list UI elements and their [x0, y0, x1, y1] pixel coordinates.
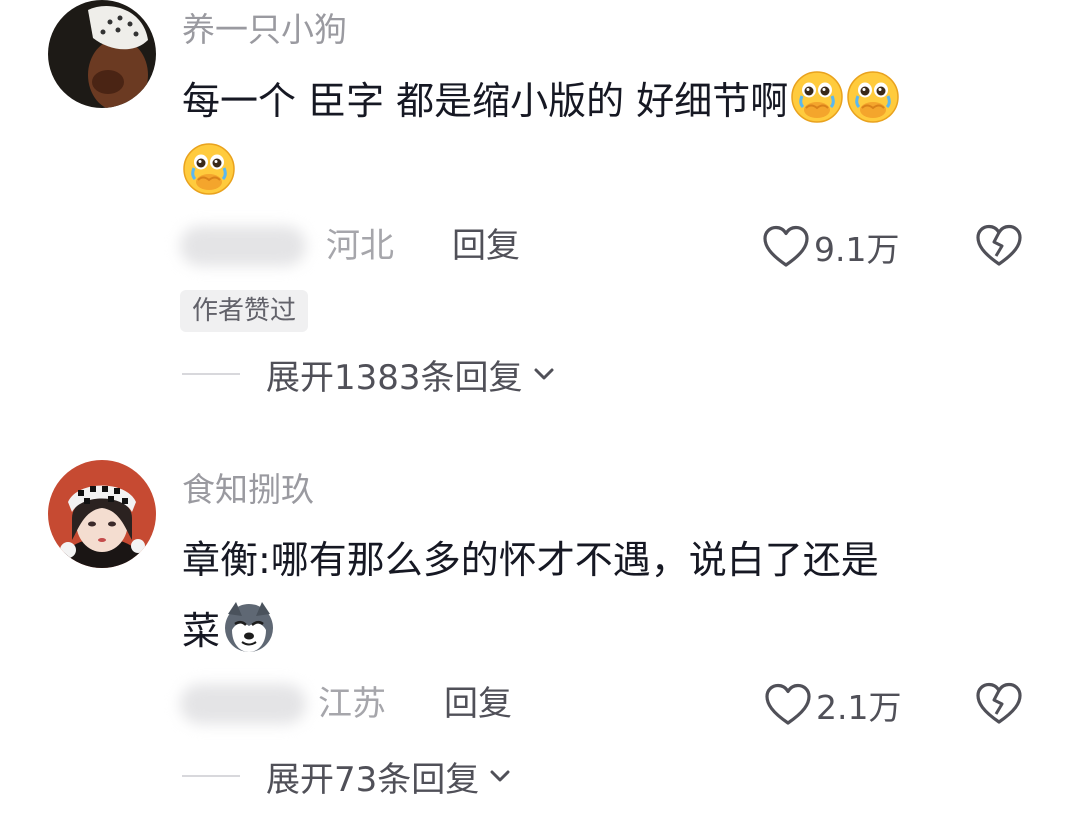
username[interactable]: 养一只小狗 [182, 10, 347, 50]
like-count: 9.1万 [814, 230, 900, 269]
comment-meta: 江苏 回复 2.1万 [180, 680, 1060, 728]
avatar[interactable] [48, 0, 156, 108]
comment-text-line: 章衡:哪有那么多的怀才不遇，说白了还是 [182, 538, 879, 582]
divider-line [182, 775, 240, 777]
author-liked-badge: 作者赞过 [180, 290, 309, 332]
like-count: 2.1万 [816, 688, 902, 727]
comment-text-emoji-line [182, 142, 236, 201]
broken-heart-icon[interactable] [974, 223, 1024, 269]
comment-text-line: 每一个 臣字 都是缩小版的 好细节啊 [182, 79, 789, 123]
divider-line [182, 373, 240, 375]
husky-emoji-icon [225, 602, 274, 652]
reply-button[interactable]: 回复 [452, 222, 520, 270]
avatar-image [48, 0, 156, 108]
comment-text-line: 菜 [182, 609, 221, 653]
comment-item: 养一只小狗 每一个 臣字 都是缩小版的 好细节啊 河北 回复 9.1万 作者赞过… [0, 0, 1080, 420]
blurred-timestamp [180, 226, 306, 266]
comment-text: 菜 [182, 600, 276, 659]
like-button[interactable]: 9.1万 [762, 223, 899, 271]
crying-emoji-icon [790, 70, 844, 124]
chevron-down-icon [490, 770, 510, 782]
ip-location: 江苏 [318, 684, 386, 724]
chevron-down-icon [534, 368, 554, 380]
expand-replies-button[interactable]: 展开73条回复 [182, 752, 513, 800]
crying-emoji-icon [846, 70, 900, 124]
username[interactable]: 食知捌玖 [182, 470, 314, 510]
comment-meta: 河北 回复 9.1万 [180, 222, 1060, 270]
broken-heart-icon[interactable] [974, 681, 1024, 727]
like-button[interactable]: 2.1万 [764, 681, 901, 729]
comment-item: 食知捌玖 章衡:哪有那么多的怀才不遇，说白了还是 菜 江苏 回复 2.1万 展开… [0, 460, 1080, 820]
blurred-timestamp [180, 684, 306, 724]
avatar-image [48, 460, 156, 568]
crying-emoji-icon [182, 142, 236, 196]
expand-replies-label: 展开73条回复 [266, 759, 480, 800]
reply-button[interactable]: 回复 [444, 680, 512, 728]
expand-replies-label: 展开1383条回复 [266, 357, 523, 398]
heart-icon [763, 225, 809, 267]
comment-text: 每一个 臣字 都是缩小版的 好细节啊 [182, 70, 900, 129]
avatar[interactable] [48, 460, 156, 568]
expand-replies-button[interactable]: 展开1383条回复 [182, 350, 557, 398]
heart-icon [765, 683, 811, 725]
ip-location: 河北 [326, 226, 394, 266]
